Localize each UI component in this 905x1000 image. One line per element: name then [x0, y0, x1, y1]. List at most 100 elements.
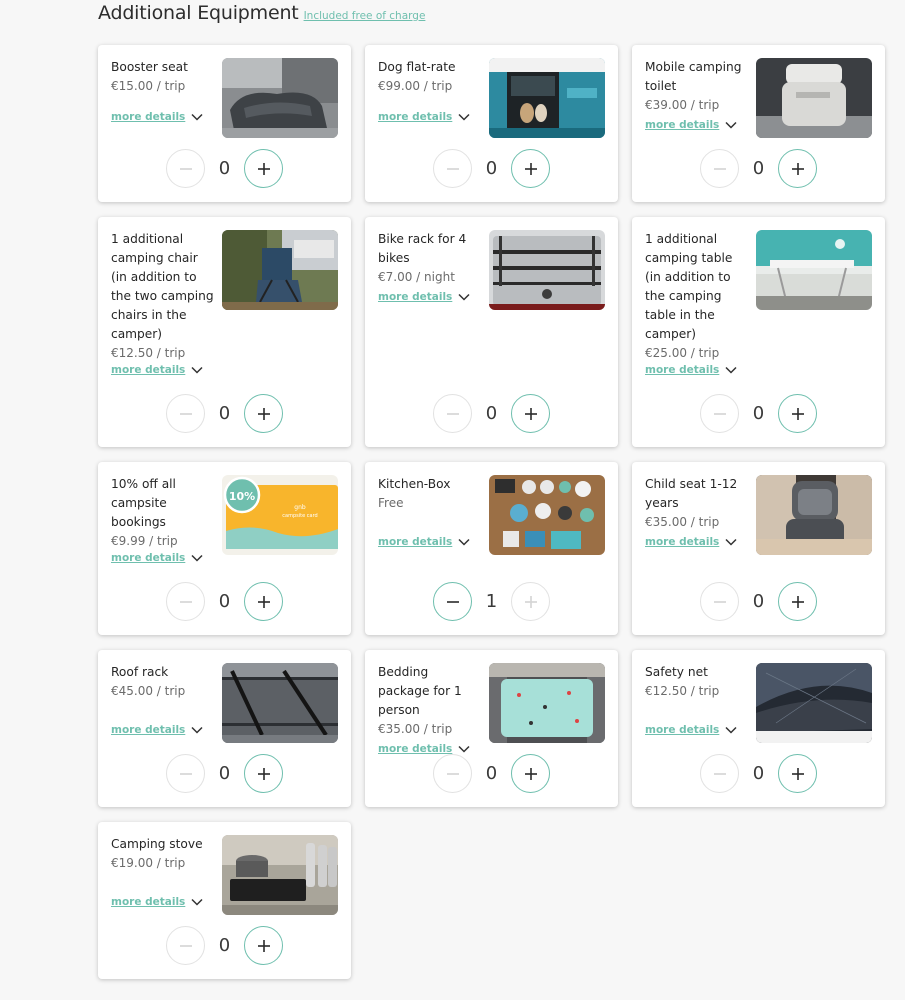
plus-icon [524, 407, 537, 420]
camping-stove-photo [222, 835, 338, 915]
section-header: Additional Equipment Included free of ch… [98, 2, 425, 24]
chevron-down-icon[interactable] [458, 293, 470, 301]
decrease-button[interactable] [433, 754, 472, 793]
item-name: 10% off all campsite bookings [111, 477, 176, 529]
increase-button[interactable] [778, 582, 817, 621]
more-details-link[interactable]: more details [111, 724, 185, 736]
quantity-stepper: 0 [433, 149, 550, 189]
quantity-value: 0 [485, 403, 498, 424]
roof-rack-photo [222, 663, 338, 743]
chevron-down-icon[interactable] [191, 366, 203, 374]
chevron-down-icon[interactable] [191, 898, 203, 906]
chevron-down-icon[interactable] [458, 113, 470, 121]
decrease-button[interactable] [166, 394, 205, 433]
equipment-card-campsite-discount: 10% off all campsite bookings €9.99 / tr… [98, 462, 351, 635]
quantity-value: 0 [218, 158, 231, 179]
plus-icon [257, 162, 270, 175]
quantity-value: 1 [485, 591, 498, 612]
minus-icon [446, 412, 459, 415]
increase-button[interactable] [778, 394, 817, 433]
more-details-link[interactable]: more details [378, 536, 452, 548]
decrease-button[interactable] [433, 149, 472, 188]
plus-icon [524, 767, 537, 780]
decrease-button[interactable] [700, 394, 739, 433]
chevron-down-icon[interactable] [725, 726, 737, 734]
minus-icon [713, 412, 726, 415]
item-price: €12.50 / trip [111, 346, 186, 360]
chevron-down-icon[interactable] [725, 121, 737, 129]
decrease-button[interactable] [433, 394, 472, 433]
more-details-link[interactable]: more details [378, 111, 452, 123]
item-name: Kitchen-Box [378, 477, 451, 491]
item-price: €12.50 / trip [645, 684, 720, 698]
increase-button[interactable] [244, 926, 283, 965]
increase-button[interactable] [244, 582, 283, 621]
item-name: Dog flat-rate [378, 60, 456, 74]
more-details-link[interactable]: more details [645, 724, 719, 736]
chevron-down-icon[interactable] [725, 366, 737, 374]
increase-button[interactable] [244, 394, 283, 433]
increase-button[interactable] [244, 754, 283, 793]
quantity-value: 0 [218, 935, 231, 956]
chevron-down-icon[interactable] [458, 538, 470, 546]
decrease-button[interactable] [700, 754, 739, 793]
safety-net-photo [756, 663, 872, 743]
decrease-button[interactable] [433, 582, 472, 621]
more-details-link[interactable]: more details [111, 364, 185, 376]
item-name: 1 additional camping table (in addition … [645, 232, 733, 341]
increase-button[interactable] [511, 149, 550, 188]
item-name: 1 additional camping chair (in addition … [111, 232, 214, 341]
minus-icon [713, 167, 726, 170]
decrease-button[interactable] [700, 149, 739, 188]
decrease-button[interactable] [166, 149, 205, 188]
chevron-down-icon[interactable] [191, 726, 203, 734]
item-price: €45.00 / trip [111, 684, 186, 698]
quantity-stepper: 0 [700, 394, 817, 434]
more-details-link[interactable]: more details [111, 111, 185, 123]
camping-table-photo [756, 230, 872, 310]
more-details-link[interactable]: more details [111, 552, 185, 564]
decrease-button[interactable] [166, 754, 205, 793]
more-details-link[interactable]: more details [645, 364, 719, 376]
increase-button[interactable] [511, 582, 550, 621]
section-title: Additional Equipment [98, 2, 299, 24]
plus-icon [791, 407, 804, 420]
item-name: Camping stove [111, 837, 203, 851]
quantity-stepper: 0 [166, 754, 283, 794]
quantity-value: 0 [485, 763, 498, 784]
plus-icon [791, 767, 804, 780]
more-details-link[interactable]: more details [378, 291, 452, 303]
quantity-stepper: 0 [166, 926, 283, 966]
more-details-link[interactable]: more details [645, 536, 719, 548]
decrease-button[interactable] [166, 926, 205, 965]
equipment-card-camping-table: 1 additional camping table (in addition … [632, 217, 885, 447]
bedding-photo [489, 663, 605, 743]
equipment-card-bedding-package: Bedding package for 1 person €35.00 / tr… [365, 650, 618, 807]
child-seat-photo [756, 475, 872, 555]
equipment-card-camping-stove: Camping stove €19.00 / trip more details… [98, 822, 351, 979]
included-free-note[interactable]: Included free of charge [304, 10, 426, 22]
equipment-card-booster-seat: Booster seat €15.00 / trip more details … [98, 45, 351, 202]
chevron-down-icon[interactable] [725, 538, 737, 546]
quantity-value: 0 [752, 403, 765, 424]
decrease-button[interactable] [700, 582, 739, 621]
equipment-card-child-seat: Child seat 1-12 years €35.00 / trip more… [632, 462, 885, 635]
increase-button[interactable] [244, 149, 283, 188]
discount-badge-text: 10% [229, 490, 255, 503]
equipment-card-bike-rack: Bike rack for 4 bikes €7.00 / night more… [365, 217, 618, 447]
chevron-down-icon[interactable] [191, 554, 203, 562]
quantity-stepper: 0 [166, 149, 283, 189]
increase-button[interactable] [778, 754, 817, 793]
item-name: Roof rack [111, 665, 169, 679]
item-price: €25.00 / trip [645, 346, 720, 360]
increase-button[interactable] [778, 149, 817, 188]
minus-icon [713, 600, 726, 603]
increase-button[interactable] [511, 754, 550, 793]
increase-button[interactable] [511, 394, 550, 433]
chevron-down-icon[interactable] [458, 745, 470, 753]
more-details-link[interactable]: more details [645, 119, 719, 131]
booster-seat-photo [222, 58, 338, 138]
chevron-down-icon[interactable] [191, 113, 203, 121]
more-details-link[interactable]: more details [111, 896, 185, 908]
decrease-button[interactable] [166, 582, 205, 621]
